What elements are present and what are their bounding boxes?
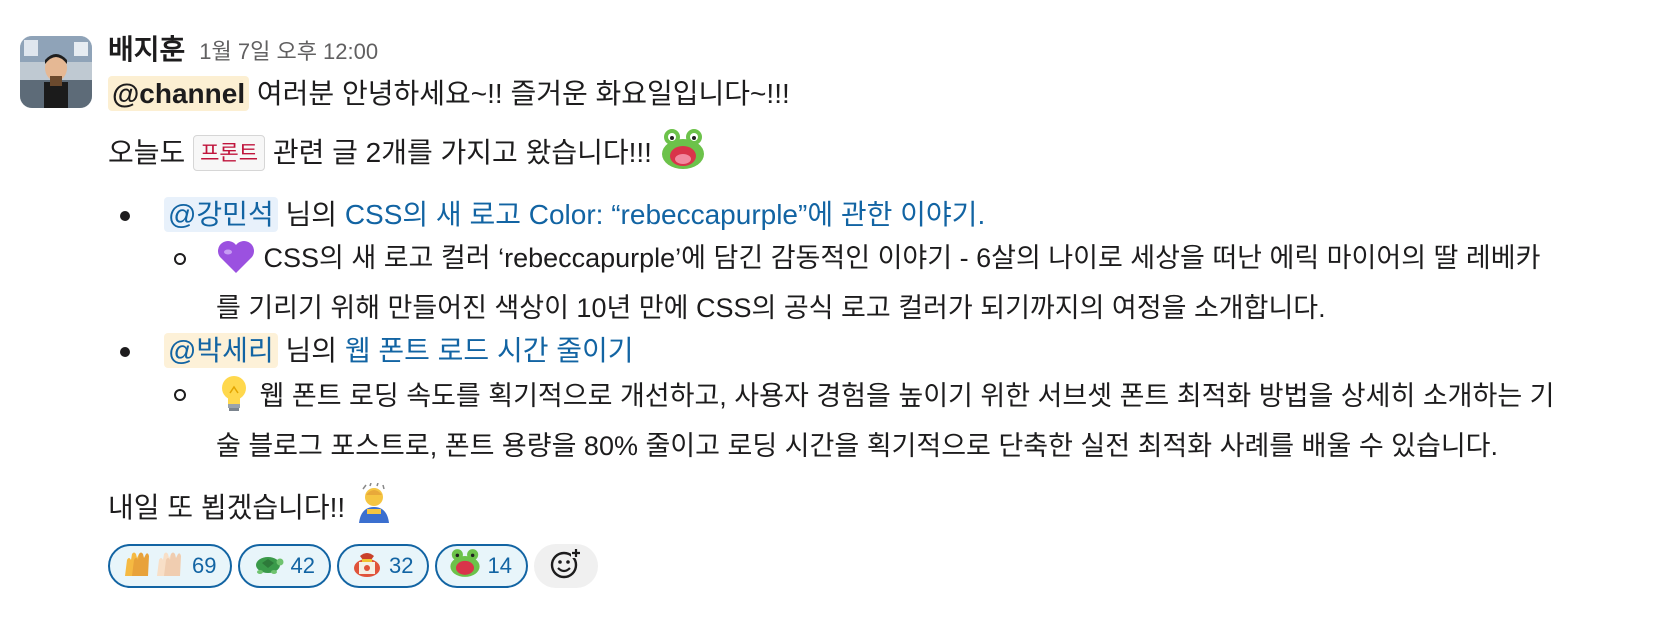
article-link[interactable]: 웹 폰트 로드 시간 줄이기 [345, 335, 634, 366]
light-bulb-icon [216, 373, 252, 425]
description-text: CSS의 새 로고 컬러 ‘rebeccapurple’에 담긴 감동적인 이야… [216, 243, 1541, 323]
message-body: 배지훈 1월 7일 오후 12:00 @channel 여러분 안녕하세요~!!… [108, 28, 1668, 588]
user-mention[interactable]: @강민석 [164, 197, 278, 232]
mention-suffix: 님의 [285, 199, 338, 230]
mention-suffix: 님의 [285, 335, 338, 366]
user-mention[interactable]: @박세리 [164, 333, 278, 368]
channel-mention[interactable]: @channel [108, 76, 250, 111]
message: 배지훈 1월 7일 오후 12:00 @channel 여러분 안녕하세요~!!… [0, 0, 1678, 638]
description-text: 웹 폰트 로딩 속도를 획기적으로 개선하고, 사용자 경험을 높이기 위한 서… [216, 381, 1555, 461]
list-item: @강민석 님의 CSS의 새 로고 Color: “rebeccapurple”… [108, 193, 1668, 237]
list-item-description: CSS의 새 로고 컬러 ‘rebeccapurple’에 담긴 감동적인 이야… [108, 237, 1556, 329]
raised-hands-icon [122, 548, 186, 584]
closing-line: 내일 또 뵙겠습니다!! [108, 482, 1668, 538]
reaction-bar: 69 42 32 14 [108, 544, 1668, 588]
tag-front[interactable]: 프론트 [193, 135, 266, 171]
reaction-count: 42 [290, 553, 315, 578]
sender-name[interactable]: 배지훈 [108, 28, 185, 68]
purple-heart-icon [216, 239, 256, 287]
add-emoji-icon [549, 547, 583, 586]
lucky-pouch-icon [351, 548, 383, 584]
frog-emoji-icon [660, 128, 706, 183]
add-reaction-button[interactable] [533, 544, 598, 588]
intro-line: 오늘도 프론트 관련 글 2개를 가지고 왔습니다!!! [108, 128, 1668, 183]
avatar-image [20, 36, 92, 108]
greeting-text: 여러분 안녕하세요~!! 즐거운 화요일입니다~!!! [256, 78, 790, 109]
bullet-dot [120, 211, 130, 221]
bullet-dot [120, 347, 130, 357]
closing-text: 내일 또 뵙겠습니다!! [108, 492, 346, 523]
list-item: @박세리 님의 웹 폰트 로드 시간 줄이기 [108, 329, 1668, 373]
article-list: @강민석 님의 CSS의 새 로고 Color: “rebeccapurple”… [108, 193, 1668, 467]
turtle-icon [252, 549, 284, 583]
reaction-count: 69 [192, 553, 217, 578]
reaction-pill[interactable]: 42 [238, 544, 331, 588]
intro-text-before: 오늘도 [108, 137, 186, 168]
bowing-person-icon [353, 482, 395, 538]
frog-icon [449, 548, 481, 584]
article-link[interactable]: CSS의 새 로고 Color: “rebeccapurple”에 관한 이야기… [345, 199, 985, 230]
sub-bullet-dot [174, 389, 186, 401]
reaction-count: 32 [388, 553, 414, 578]
sub-bullet-dot [174, 253, 186, 265]
reaction-pill[interactable]: 32 [336, 544, 430, 588]
reaction-pill[interactable]: 14 [435, 544, 528, 588]
timestamp[interactable]: 1월 7일 오후 12:00 [199, 34, 378, 66]
reaction-pill[interactable]: 69 [108, 544, 233, 588]
intro-text-after: 관련 글 2개를 가지고 왔습니다!!! [272, 137, 652, 168]
avatar[interactable] [20, 36, 92, 108]
message-header: 배지훈 1월 7일 오후 12:00 [108, 28, 1668, 68]
greeting-line: @channel 여러분 안녕하세요~!! 즐거운 화요일입니다~!!! [108, 72, 1668, 116]
list-item-description: 웹 폰트 로딩 속도를 획기적으로 개선하고, 사용자 경험을 높이기 위한 서… [108, 373, 1556, 467]
reaction-count: 14 [487, 553, 512, 578]
